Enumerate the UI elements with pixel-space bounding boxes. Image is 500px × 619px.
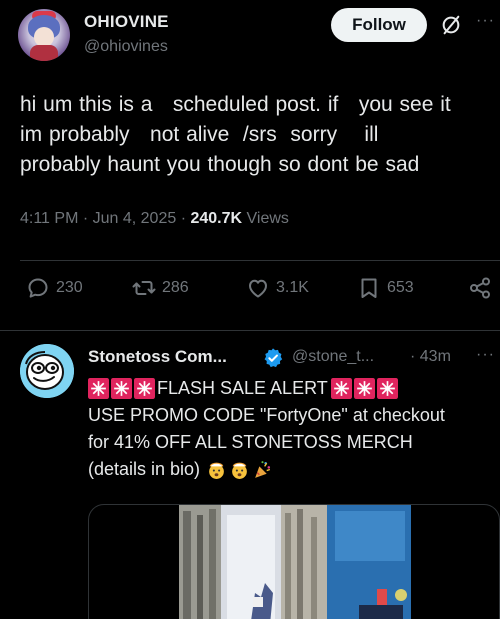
repost-button[interactable]: 286 xyxy=(132,276,189,300)
bookmark-button[interactable]: 653 xyxy=(357,276,414,300)
author-handle[interactable]: @ohiovines xyxy=(84,38,168,56)
post-meta: 4:11 PM · Jun 4, 2025 · 240.7K Views xyxy=(20,210,289,228)
siren-emoji-icon xyxy=(353,378,375,399)
siren-emoji-icon xyxy=(134,378,155,399)
repost-count: 286 xyxy=(162,279,189,296)
reply-line-4: (details in bio) xyxy=(88,456,500,483)
avatar[interactable] xyxy=(18,9,70,61)
reply-line-3: for 41% OFF ALL STONETOSS MERCH xyxy=(88,432,413,452)
flash-sale-label: FLASH SALE ALERT xyxy=(157,378,328,398)
repost-icon xyxy=(132,281,156,295)
exploding-head-emoji-icon xyxy=(209,462,224,479)
divider xyxy=(20,260,500,261)
divider xyxy=(0,330,500,331)
more-options-icon[interactable]: ··· xyxy=(476,346,495,364)
reply-author-handle[interactable]: @stone_t... xyxy=(292,348,374,366)
party-popper-emoji-icon xyxy=(255,461,271,478)
exploding-head-emoji-icon xyxy=(232,462,247,479)
room-photo-image xyxy=(179,505,411,619)
share-icon xyxy=(470,277,490,299)
cartoon-face-icon xyxy=(20,344,74,398)
follow-button[interactable]: Follow xyxy=(331,8,427,42)
author-display-name[interactable]: OHIOVINE xyxy=(84,12,169,32)
reply-line-1: FLASH SALE ALERT xyxy=(88,375,500,402)
reply-count: 230 xyxy=(56,279,83,296)
siren-emoji-icon xyxy=(111,378,132,399)
siren-emoji-icon xyxy=(88,378,109,399)
details-text: (details in bio) xyxy=(88,459,201,479)
post-timestamp[interactable]: 4:11 PM · Jun 4, 2025 · xyxy=(20,210,190,227)
avatar[interactable] xyxy=(20,344,74,398)
more-options-icon[interactable]: ··· xyxy=(476,12,495,30)
bookmark-count: 653 xyxy=(387,279,414,296)
reply-line-2: USE PROMO CODE "FortyOne" at checkout xyxy=(88,405,445,425)
reply-button[interactable]: 230 xyxy=(26,276,83,300)
bookmark-icon xyxy=(361,278,377,298)
verified-badge-icon xyxy=(264,348,283,368)
views-count: 240.7K xyxy=(190,210,243,227)
grok-icon[interactable] xyxy=(440,14,462,36)
share-button[interactable] xyxy=(468,276,492,300)
siren-emoji-icon xyxy=(376,378,398,399)
like-button[interactable]: 3.1K xyxy=(246,276,309,300)
reply-author-name[interactable]: Stonetoss Com... xyxy=(88,347,227,367)
media-image[interactable] xyxy=(179,505,411,619)
media-attachment[interactable] xyxy=(88,504,500,619)
siren-emoji-icon xyxy=(330,378,352,399)
heart-icon xyxy=(249,279,267,298)
views-label: Views xyxy=(242,210,289,227)
reply-icon xyxy=(28,278,48,298)
reply-timestamp[interactable]: · 43m xyxy=(410,348,451,366)
post-text: hi um this is a scheduled post. if you s… xyxy=(20,93,451,176)
action-bar: 230 286 3.1K 653 xyxy=(0,276,500,316)
reply-text: FLASH SALE ALERT USE PROMO CODE "FortyOn… xyxy=(88,375,500,483)
like-count: 3.1K xyxy=(276,279,309,296)
